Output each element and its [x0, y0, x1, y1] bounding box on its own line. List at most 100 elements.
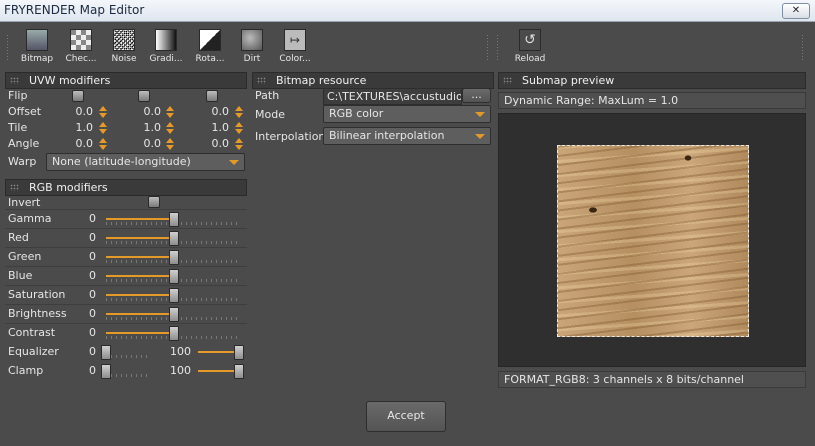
uvw-modifiers-header[interactable]: UVW modifiers — [5, 72, 247, 89]
gamma-slider[interactable] — [106, 211, 239, 227]
path-field[interactable]: C:\TEXTURES\accustudio\W — [323, 88, 462, 105]
tool-color[interactable]: ↦ Color... — [272, 29, 318, 64]
angle-w-field[interactable]: 0.0 — [189, 137, 230, 150]
brightness-slider[interactable] — [106, 306, 239, 322]
angle-v-field[interactable]: 0.0 — [121, 137, 162, 150]
gamma-label: Gamma — [8, 212, 52, 225]
equalizer-label: Equalizer — [8, 345, 59, 358]
clamp-max-value[interactable]: 100 — [170, 364, 191, 377]
flip-u-checkbox[interactable] — [72, 90, 84, 102]
equalizer-max-slider[interactable] — [198, 344, 244, 360]
saturation-slider[interactable] — [106, 287, 239, 303]
browse-button[interactable]: ... — [462, 88, 491, 103]
tile-w-spinner[interactable] — [235, 122, 243, 135]
slider-row-blue: Blue 0 — [5, 266, 247, 284]
offset-w-field[interactable]: 0.0 — [189, 105, 230, 118]
green-slider[interactable] — [106, 249, 239, 265]
slider-knob[interactable] — [101, 364, 111, 379]
toolbar-grip[interactable] — [801, 34, 805, 60]
slider-knob[interactable] — [234, 364, 244, 379]
dirt-icon — [241, 29, 263, 51]
tool-label: Dirt — [243, 54, 261, 64]
reload-icon: ↺ — [519, 29, 541, 51]
equalizer-max-value[interactable]: 100 — [170, 345, 191, 358]
tile-v-field[interactable]: 1.0 — [121, 121, 162, 134]
brightness-value[interactable]: 0 — [89, 307, 96, 320]
toolbar-grip[interactable] — [486, 34, 490, 60]
tool-noise[interactable]: Noise — [101, 29, 147, 64]
submap-preview-header[interactable]: Submap preview — [498, 72, 806, 89]
blue-value[interactable]: 0 — [89, 269, 96, 282]
close-button[interactable]: ✕ — [782, 3, 810, 19]
tool-label: Noise — [111, 54, 137, 64]
angle-v-spinner[interactable] — [166, 138, 174, 151]
green-label: Green — [8, 250, 42, 263]
grip-icon — [10, 77, 19, 84]
slider-knob[interactable] — [169, 231, 179, 246]
angle-u-field[interactable]: 0.0 — [53, 137, 94, 150]
warp-dropdown[interactable]: None (latitude-longitude) — [46, 153, 245, 171]
slider-knob[interactable] — [169, 307, 179, 322]
tile-u-spinner[interactable] — [99, 122, 107, 135]
green-value[interactable]: 0 — [89, 250, 96, 263]
slider-knob[interactable] — [169, 212, 179, 227]
tool-dirt[interactable]: Dirt — [229, 29, 275, 64]
texture-preview-image — [557, 145, 749, 337]
offset-u-field[interactable]: 0.0 — [53, 105, 94, 118]
rgb-modifiers-header[interactable]: RGB modifiers — [5, 179, 247, 196]
red-value[interactable]: 0 — [89, 231, 96, 244]
grip-icon — [257, 77, 266, 84]
clamp-label: Clamp — [8, 364, 44, 377]
offset-v-field[interactable]: 0.0 — [121, 105, 162, 118]
chevron-down-icon — [475, 112, 485, 117]
tool-checker[interactable]: Chec... — [58, 29, 104, 64]
equalizer-min-slider[interactable] — [101, 344, 147, 360]
blue-slider[interactable] — [106, 268, 239, 284]
flip-v-checkbox[interactable] — [138, 90, 150, 102]
slider-row-saturation: Saturation 0 — [5, 285, 247, 303]
slider-knob[interactable] — [101, 345, 111, 360]
tool-label: Rota... — [195, 54, 225, 64]
toolbar-grip[interactable] — [6, 34, 10, 60]
row-divider — [5, 304, 247, 305]
offset-w-spinner[interactable] — [235, 106, 243, 119]
offset-v-spinner[interactable] — [166, 106, 174, 119]
equalizer-min-value[interactable]: 0 — [89, 345, 96, 358]
accept-button[interactable]: Accept — [366, 401, 446, 432]
tile-label: Tile — [8, 121, 28, 134]
tool-gradient[interactable]: Gradi... — [143, 29, 189, 64]
contrast-slider[interactable] — [106, 325, 239, 341]
contrast-value[interactable]: 0 — [89, 326, 96, 339]
reload-button[interactable]: ↺ Reload — [507, 29, 553, 64]
tool-rotation[interactable]: Rota... — [187, 29, 233, 64]
tile-w-field[interactable]: 1.0 — [189, 121, 230, 134]
tile-u-field[interactable]: 1.0 — [53, 121, 94, 134]
slider-knob[interactable] — [234, 345, 244, 360]
clamp-max-slider[interactable] — [198, 363, 244, 379]
panel-title: RGB modifiers — [29, 181, 108, 194]
flip-w-checkbox[interactable] — [206, 90, 218, 102]
red-slider[interactable] — [106, 230, 239, 246]
preview-area — [498, 113, 806, 367]
slider-knob[interactable] — [169, 250, 179, 265]
interpolation-dropdown[interactable]: Bilinear interpolation — [323, 127, 491, 145]
bitmap-resource-header[interactable]: Bitmap resource — [252, 72, 494, 89]
clamp-min-slider[interactable] — [101, 363, 147, 379]
gamma-value[interactable]: 0 — [89, 212, 96, 225]
slider-row-gamma: Gamma 0 — [5, 209, 247, 227]
angle-u-spinner[interactable] — [99, 138, 107, 151]
mode-dropdown[interactable]: RGB color — [323, 105, 491, 123]
slider-knob[interactable] — [169, 326, 179, 341]
toolbar-grip[interactable] — [496, 34, 500, 60]
clamp-min-value[interactable]: 0 — [89, 364, 96, 377]
angle-w-spinner[interactable] — [235, 138, 243, 151]
noise-icon — [113, 29, 135, 51]
warp-value: None (latitude-longitude) — [52, 155, 191, 168]
offset-u-spinner[interactable] — [99, 106, 107, 119]
saturation-value[interactable]: 0 — [89, 288, 96, 301]
slider-knob[interactable] — [169, 269, 179, 284]
invert-checkbox[interactable] — [148, 196, 160, 208]
slider-knob[interactable] — [169, 288, 179, 303]
tile-v-spinner[interactable] — [166, 122, 174, 135]
tool-bitmap[interactable]: Bitmap — [14, 29, 60, 64]
